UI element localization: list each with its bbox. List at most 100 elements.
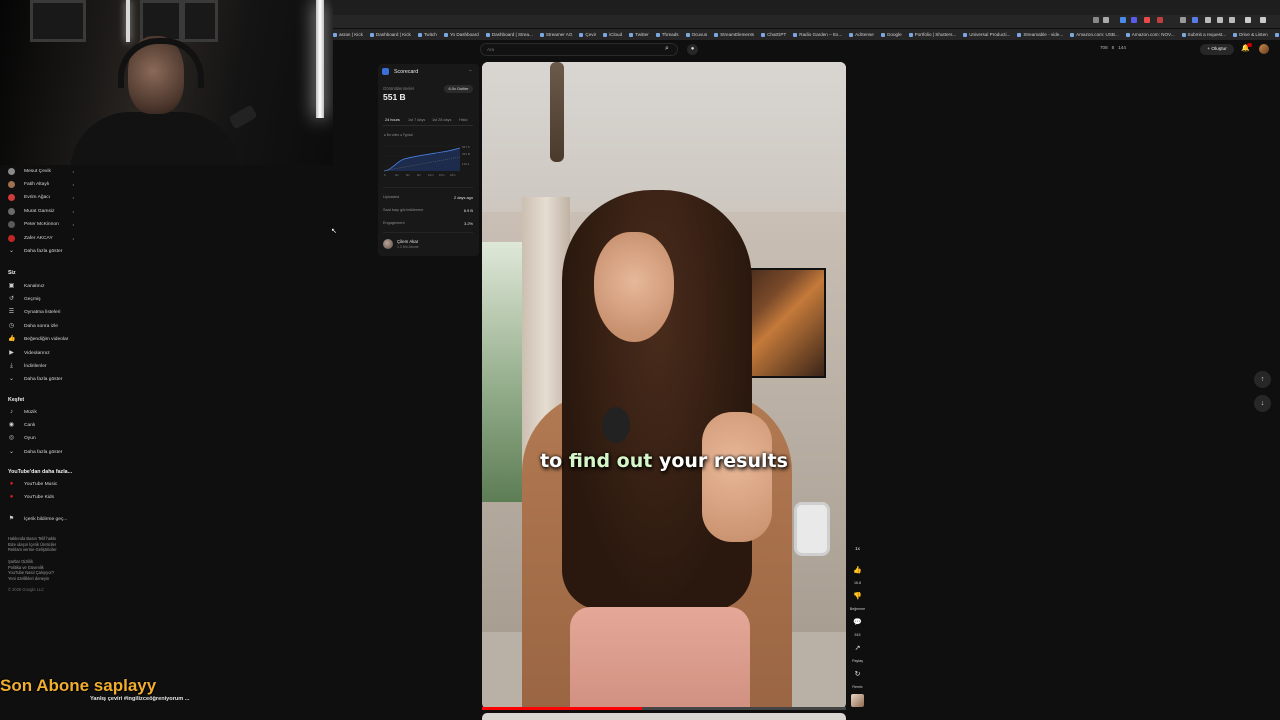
comment-icon[interactable]: 💬 — [851, 618, 864, 626]
subscription-item[interactable]: Zafer AKCAY • — [8, 232, 78, 244]
views-chart: 547.5 331 B 110.2 0 3m 6m 9m 12m 15m 18m — [383, 145, 470, 177]
bookmark-item[interactable]: Threads — [655, 32, 679, 37]
you-section-item[interactable]: ⌄ Daha fazla göster — [8, 374, 78, 386]
bookmark-item[interactable]: Twitter — [629, 32, 649, 37]
bookmark-item[interactable]: Yo Dashboard — [443, 32, 479, 37]
footer-links[interactable]: Reklam verme Geliştiriciler — [8, 547, 57, 553]
bookmark-item[interactable]: Dashboard | Kick — [369, 32, 411, 37]
thumbs-up-icon: 👍 — [8, 336, 16, 343]
bookmark-label: Streamable - vide... — [1023, 32, 1064, 37]
show-more-subscriptions[interactable]: ⌄ Daha fazla göster — [8, 245, 78, 257]
extension-icon[interactable] — [1229, 17, 1235, 23]
microphone-icon[interactable]: ● — [687, 44, 698, 55]
bookmark-item[interactable]: Drive & Listen — [1233, 32, 1268, 37]
bookmark-item[interactable]: Tüm Yer İşaretleri — [1274, 32, 1280, 37]
you-section-item[interactable]: ☰ Oynatma listeleri — [8, 307, 78, 319]
bookmark-item[interactable]: Streamable - vide... — [1017, 32, 1063, 37]
bookmark-label: Portfolio | Shutters... — [914, 32, 957, 37]
report-history-item[interactable]: ⚑ İçerik bildirme geç... — [8, 513, 78, 525]
extension-icon[interactable] — [1245, 17, 1251, 23]
sidebar-item-label: Oynatma listeleri — [24, 310, 61, 316]
bookmark-item[interactable]: Google — [880, 32, 902, 37]
channel-name[interactable]: Çilem Akar — [397, 239, 418, 244]
explore-section-item[interactable]: ♪ Müzik — [8, 406, 78, 418]
explore-section-item[interactable]: ◎ Oyun — [8, 433, 78, 445]
bookmark-item[interactable]: AdSense — [849, 32, 874, 37]
you-section-heading[interactable]: Siz — [8, 270, 16, 276]
engagement-label: Engagement — [383, 221, 405, 225]
footer-links[interactable]: Yeni özellikleri deneyin — [8, 576, 49, 582]
bookmark-item[interactable]: Çevir — [579, 32, 596, 37]
bookmark-item[interactable]: Ocuvus — [685, 32, 707, 37]
next-short-arrow-icon[interactable]: ↓ — [1254, 395, 1271, 412]
create-button[interactable]: + Oluştur — [1200, 44, 1234, 55]
youtube-kids-link[interactable]: ● YouTube Kids — [8, 491, 78, 503]
bookmark-item[interactable]: StreamElements — [714, 32, 754, 37]
next-short-preview[interactable] — [482, 713, 846, 720]
bookmark-item[interactable]: Portfolio | Shutters... — [908, 32, 957, 37]
bookmark-item[interactable]: Submit a request... — [1181, 32, 1226, 37]
remix-icon[interactable]: ↻ — [851, 670, 864, 678]
bookmark-item[interactable]: Amazon.com: USB... — [1070, 32, 1119, 37]
bookmark-item[interactable]: Twitch — [417, 32, 437, 37]
sidebar-item-label: Peter McKinnon — [24, 222, 59, 228]
share-icon[interactable]: ↗ — [851, 644, 864, 652]
explore-section-heading[interactable]: Keşfet — [8, 397, 24, 403]
sound-thumbnail[interactable] — [851, 694, 864, 707]
subscription-item[interactable]: Fatih Altaylı • — [8, 178, 78, 190]
extension-icon[interactable] — [1217, 17, 1223, 23]
tab-24-hours[interactable]: 24 hours — [385, 118, 400, 122]
you-section-item[interactable]: ◷ Daha sonra izle — [8, 320, 78, 332]
bookmark-item[interactable]: asran | Kick — [333, 32, 363, 37]
subscription-item[interactable]: Evrim Ağacı • — [8, 192, 78, 204]
dislike-icon[interactable]: 👎 — [851, 592, 864, 600]
like-icon[interactable]: 👍 — [851, 566, 864, 574]
extension-icon[interactable] — [1157, 17, 1163, 23]
you-section-item[interactable]: 👍 Beğendiğim videolar — [8, 334, 78, 346]
subscription-item[interactable]: Mesut Çevik • — [8, 165, 78, 177]
bookmark-item[interactable]: Radio Garden – Ex... — [793, 32, 842, 37]
search-icon[interactable]: ⌕ — [665, 45, 669, 53]
subscription-item[interactable]: Peter McKinnon • — [8, 219, 78, 231]
stat-value: 144 — [1118, 45, 1126, 50]
bookmark-star-icon[interactable] — [1103, 17, 1109, 23]
extension-icon[interactable] — [1180, 17, 1186, 23]
bookmark-item[interactable]: Streamer AG — [539, 32, 573, 37]
tab-first-28-days[interactable]: 1st 28 days — [432, 118, 451, 122]
subscription-item[interactable]: Murat Gamsiz • — [8, 205, 78, 217]
menu-icon[interactable] — [1260, 17, 1266, 23]
history-icon: ↺ — [8, 295, 15, 302]
explore-section-item[interactable]: ⌄ Daha fazla göster — [8, 446, 78, 458]
bookmark-item[interactable]: iCloud — [603, 32, 622, 37]
short-video-player[interactable] — [482, 62, 846, 709]
youtube-music-link[interactable]: ● YouTube Music — [8, 478, 78, 490]
bookmark-item[interactable]: Universal Producti... — [963, 32, 1010, 37]
extension-icon[interactable] — [1144, 17, 1150, 23]
you-section-item[interactable]: ▶ Videolarınız — [8, 347, 78, 359]
extension-icon[interactable] — [1120, 17, 1126, 23]
previous-short-arrow-icon[interactable]: ↑ — [1254, 371, 1271, 388]
bookmark-favicon-icon — [1070, 32, 1075, 37]
bookmark-item[interactable]: Amazon.com: NOV... — [1125, 32, 1175, 37]
chevron-down-icon: ⌄ — [8, 448, 15, 455]
channel-avatar[interactable] — [383, 239, 393, 249]
bookmark-item[interactable]: Dashboard | Strea... — [485, 32, 533, 37]
bookmark-item[interactable]: ChatGPT — [761, 32, 786, 37]
bookmark-favicon-icon — [655, 32, 660, 37]
bookmark-label: Streamer AG — [545, 32, 573, 37]
extension-icon[interactable] — [1192, 17, 1198, 23]
extension-icon[interactable] — [1205, 17, 1211, 23]
explore-section-item[interactable]: ◉ Canlı — [8, 419, 78, 431]
avatar[interactable] — [1259, 44, 1269, 54]
tab-history[interactable]: Histo — [459, 118, 468, 122]
search-input[interactable]: Ara — [480, 43, 678, 56]
you-section-item[interactable]: ▣ Kanalınız — [8, 280, 78, 292]
you-section-item[interactable]: ↺ Geçmiş — [8, 293, 78, 305]
sidebar-item-label: Canlı — [24, 422, 36, 428]
you-section-item[interactable]: ⤓ İndirilenler — [8, 360, 78, 372]
extension-icon[interactable] — [1131, 17, 1137, 23]
minimize-icon[interactable]: – — [469, 68, 472, 74]
tab-first-7-days[interactable]: 1st 7 days — [408, 118, 425, 122]
extension-icon[interactable] — [1093, 17, 1099, 23]
more-from-youtube-heading[interactable]: YouTube'dan daha fazla... — [8, 469, 72, 475]
